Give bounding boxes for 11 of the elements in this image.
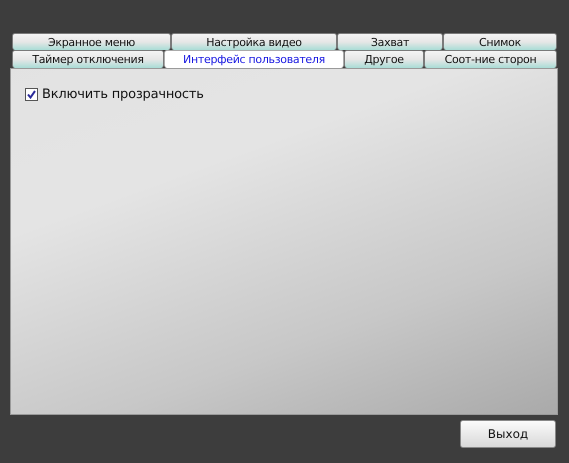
tab[interactable]: Экранное меню (12, 33, 171, 50)
tab[interactable]: Настройка видео (171, 33, 337, 50)
tab[interactable]: Таймер отключения (12, 50, 164, 68)
tab[interactable]: Интерфейс пользователя (164, 50, 344, 68)
tab[interactable]: Захват (337, 33, 443, 50)
exit-button[interactable]: Выход (460, 420, 556, 448)
tab[interactable]: Снимок (443, 33, 557, 50)
checkbox-label: Включить прозрачность (42, 87, 204, 102)
checkbox[interactable] (25, 88, 38, 101)
tab[interactable]: Соот-ние сторон (424, 50, 557, 68)
tab[interactable]: Другое (344, 50, 424, 68)
